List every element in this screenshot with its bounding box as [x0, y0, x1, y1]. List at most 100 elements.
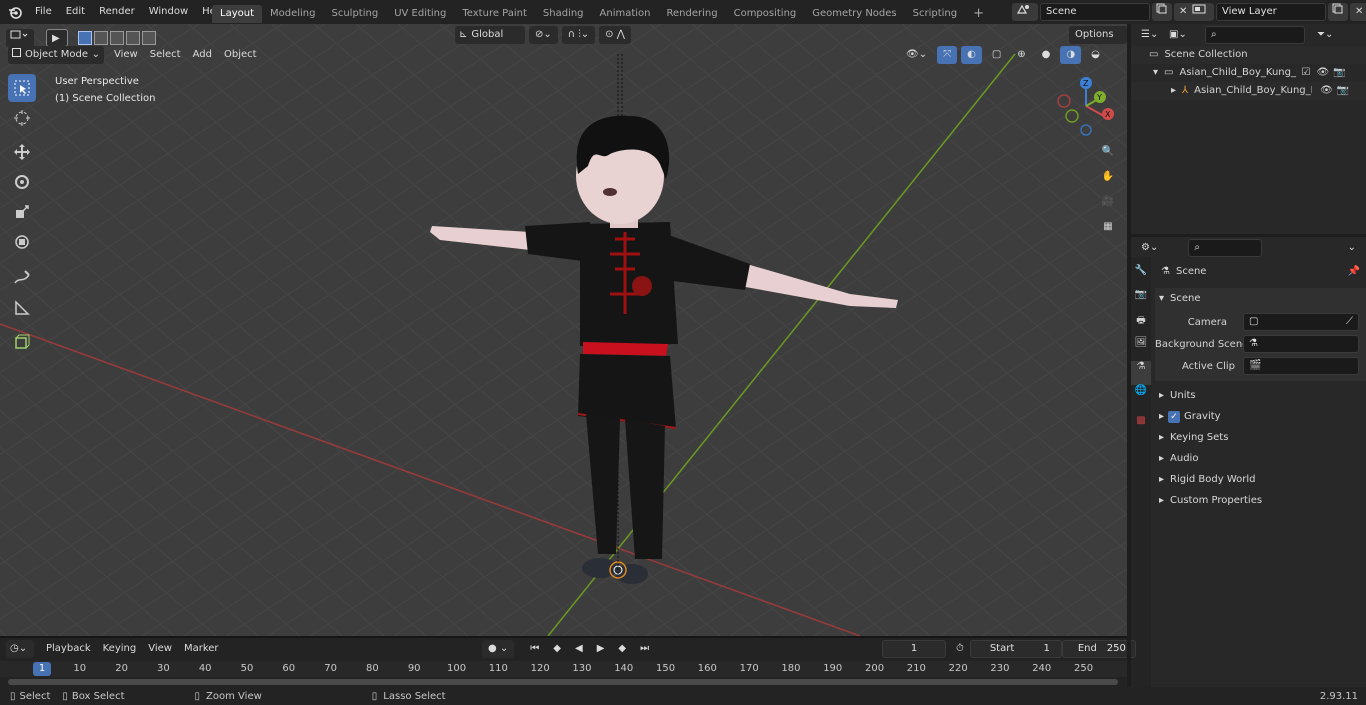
frame-ruler[interactable]: 1 10 20 30 40 50 60 70 80 90 100 110 120 130 140 150 160… [0, 661, 1127, 677]
texture-tab-icon[interactable]: ▩ [1131, 415, 1151, 439]
camera-render-icon[interactable]: 📷 [1333, 64, 1345, 82]
rendered-shading-icon[interactable]: ◒ [1085, 46, 1106, 64]
background-scene-field[interactable]: ⚗ [1243, 335, 1359, 353]
menu-file[interactable]: File [28, 0, 59, 24]
start-frame-field[interactable]: Start 1 [969, 640, 1062, 658]
blender-logo-icon[interactable] [6, 0, 24, 24]
pin-icon[interactable]: 📌 [1348, 261, 1360, 282]
menu-add[interactable]: Add [187, 46, 218, 64]
menu-render[interactable]: Render [92, 0, 142, 24]
pivot-point-icon[interactable]: ⊘⌄ [529, 26, 558, 44]
pan-hand-icon[interactable]: ✋ [1097, 165, 1119, 187]
rigid-body-world-subpanel[interactable]: ▸ Rigid Body World [1155, 469, 1366, 490]
jump-end-icon[interactable]: ⏭ [634, 640, 655, 658]
units-subpanel[interactable]: ▸ Units [1155, 385, 1366, 406]
tab-texture-paint[interactable]: Texture Paint [454, 5, 535, 23]
camera-view-icon[interactable]: 🎥 [1097, 190, 1119, 212]
scrollbar-thumb[interactable] [8, 679, 1118, 685]
menu-playback[interactable]: Playback [40, 640, 97, 658]
gravity-checkbox[interactable]: ✓ [1168, 410, 1181, 423]
stopwatch-icon[interactable]: ⏱ [950, 640, 970, 658]
tab-modeling[interactable]: Modeling [262, 5, 324, 23]
select-intersect-icon[interactable] [142, 31, 156, 45]
proportional-edit-icon[interactable]: ⊙ ⋀ [599, 26, 631, 44]
select-extend-icon[interactable] [94, 31, 108, 45]
play-icon[interactable]: ▶ [591, 640, 611, 658]
view-layer-browse-button[interactable] [1188, 3, 1214, 21]
menu-marker[interactable]: Marker [178, 640, 225, 658]
3d-viewport[interactable]: ▶ Object Mode ⌄ View Select Add Object ⊾ G… [0, 24, 1127, 636]
scene-browse-button[interactable] [1012, 3, 1038, 21]
timeline-scrollbar[interactable] [8, 679, 1118, 685]
menu-timeline-view[interactable]: View [142, 640, 178, 658]
view-layer-field[interactable]: View Layer [1216, 3, 1326, 21]
visibility-icon[interactable]: 👁⌄ [900, 46, 933, 64]
expand-arrow-icon[interactable]: ▸ [1171, 82, 1176, 100]
menu-view[interactable]: View [108, 46, 144, 64]
move-tool[interactable] [8, 138, 36, 166]
properties-options-icon[interactable]: ⌄ [1342, 239, 1362, 257]
exclude-checkbox-icon[interactable]: ☑ [1301, 64, 1310, 82]
options-button[interactable]: Options ⌄ [1069, 26, 1127, 58]
menu-select[interactable]: Select [144, 46, 187, 64]
render-tab-icon[interactable]: 📷 [1131, 289, 1151, 313]
tree-row-scene-collection[interactable]: ▭ Scene Collection [1131, 46, 1366, 64]
add-cube-tool[interactable] [8, 328, 36, 356]
camera-field[interactable]: ▢ ⟋ [1243, 313, 1359, 331]
eye-icon[interactable]: 👁 [1320, 82, 1333, 100]
tree-row-armature[interactable]: ▸ ⅄ Asian_Child_Boy_Kung_F 👁 📷 [1131, 82, 1366, 100]
zoom-icon[interactable]: 🔍 [1097, 140, 1119, 162]
prev-keyframe-icon[interactable]: ◆ [547, 640, 567, 658]
overlays-icon[interactable]: ◐ [961, 46, 982, 64]
select-subtract-icon[interactable] [110, 31, 124, 45]
properties-editor-type-button[interactable]: ⚙⌄ [1137, 239, 1162, 257]
solid-shading-icon[interactable]: ● [1036, 46, 1057, 64]
next-keyframe-icon[interactable]: ◆ [612, 640, 632, 658]
add-workspace-button[interactable]: + [965, 5, 992, 23]
tab-geometry-nodes[interactable]: Geometry Nodes [804, 5, 904, 23]
properties-search-input[interactable]: ⌕ [1188, 239, 1262, 257]
eye-icon[interactable]: 👁 [1316, 64, 1329, 82]
wireframe-shading-icon[interactable]: ⊕ [1011, 46, 1031, 64]
scene-name-field[interactable]: Scene [1040, 3, 1150, 21]
menu-object[interactable]: Object [218, 46, 263, 64]
tab-sculpting[interactable]: Sculpting [324, 5, 387, 23]
tab-compositing[interactable]: Compositing [726, 5, 805, 23]
custom-properties-subpanel[interactable]: ▸ Custom Properties [1155, 490, 1366, 511]
tree-row-collection[interactable]: ▾ ▭ Asian_Child_Boy_Kung_Fu_Pc ☑ 👁 📷 [1131, 64, 1366, 82]
menu-window[interactable]: Window [142, 0, 195, 24]
auto-keying-icon[interactable]: ● ⌄ [482, 640, 515, 658]
play-reverse-icon[interactable]: ◀ [569, 640, 589, 658]
current-frame-marker[interactable]: 1 [33, 662, 51, 676]
jump-start-icon[interactable]: ⏮ [524, 640, 545, 658]
measure-tool[interactable] [8, 294, 36, 322]
menu-keying[interactable]: Keying [97, 640, 143, 658]
tab-uv-editing[interactable]: UV Editing [386, 5, 454, 23]
xray-icon[interactable]: ▢ [986, 46, 1007, 64]
tab-animation[interactable]: Animation [592, 5, 659, 23]
current-frame-field[interactable]: 1 [882, 640, 946, 658]
world-tab-icon[interactable]: 🌐 [1131, 385, 1151, 409]
view-layer-tab-icon[interactable]: 🖼 [1131, 337, 1151, 361]
end-frame-field[interactable]: End 250 [1061, 640, 1136, 658]
tab-scripting[interactable]: Scripting [905, 5, 965, 23]
tool-tab-icon[interactable]: 🔧 [1131, 265, 1151, 289]
ortho-grid-icon[interactable]: ▦ [1097, 215, 1119, 237]
select-tool-mode-icon[interactable]: ▶ [46, 29, 68, 47]
orientation-dropdown[interactable]: ⊾ Global [455, 26, 525, 44]
gizmo-icon[interactable]: ⤧ [937, 46, 958, 64]
cursor-tool[interactable] [8, 104, 36, 132]
camera-render-icon[interactable]: 📷 [1337, 82, 1349, 100]
outliner-search-input[interactable]: ⌕ [1205, 26, 1305, 44]
audio-subpanel[interactable]: ▸ Audio [1155, 448, 1366, 469]
rotate-tool[interactable] [8, 168, 36, 196]
filter-icon[interactable]: ⏷⌄ [1311, 26, 1339, 44]
select-invert-icon[interactable] [126, 31, 140, 45]
new-view-layer-icon[interactable] [1328, 3, 1348, 21]
active-clip-field[interactable]: 🎬 [1243, 357, 1359, 375]
eyedropper-icon[interactable]: ⟋ [1346, 314, 1353, 330]
object-mode-dropdown[interactable]: Object Mode ⌄ [8, 46, 104, 64]
gravity-subpanel[interactable]: ▸ ✓ Gravity [1155, 406, 1366, 427]
expand-arrow-icon[interactable]: ▾ [1153, 64, 1158, 82]
outliner-editor-type-button[interactable]: ☰⌄ [1137, 26, 1165, 44]
